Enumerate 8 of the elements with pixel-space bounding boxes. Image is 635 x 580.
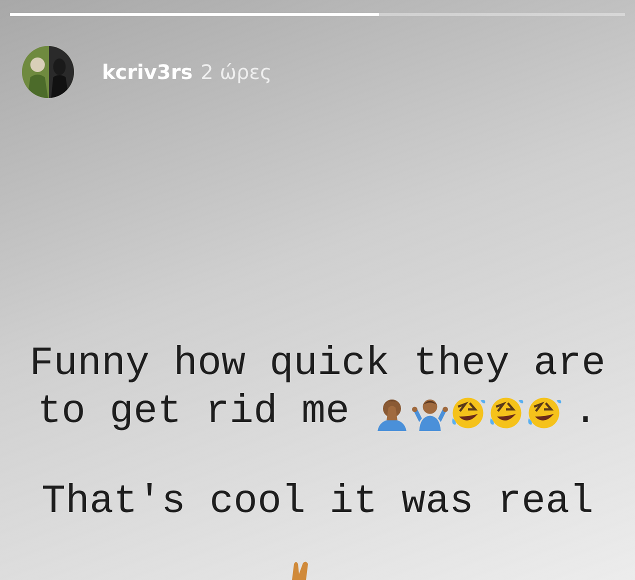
caption-text: to get rid me (37, 389, 350, 437)
caption-text: That's cool it was real (41, 479, 594, 527)
laughing-face-icon (488, 395, 524, 431)
laughing-face-icon (526, 395, 562, 431)
caption-period: . (574, 389, 598, 437)
username[interactable]: kcriv3rs (102, 60, 193, 84)
caption-text: Funny how quick they are (29, 341, 606, 389)
laughing-face-icon (450, 395, 486, 431)
